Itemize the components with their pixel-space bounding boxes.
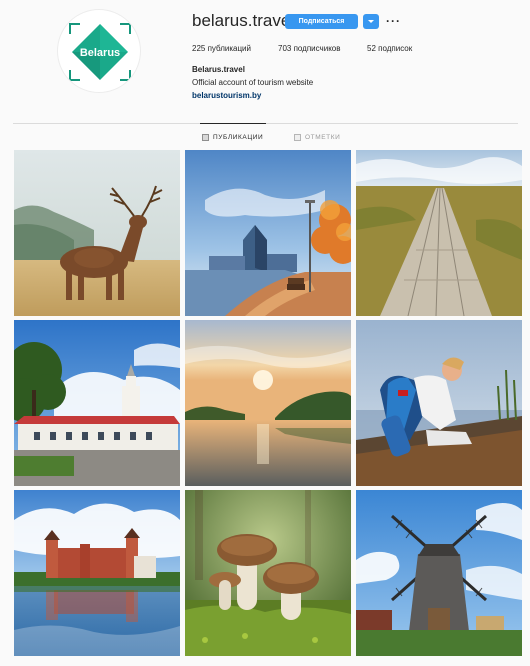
grid-icon [202, 134, 209, 141]
photo-tile-deer[interactable] [14, 150, 180, 316]
profile-username: belarus.travel [192, 11, 295, 30]
photo-tile-river[interactable] [185, 320, 351, 486]
following-count[interactable]: 52 подписок [367, 44, 412, 53]
photo-tile-castle[interactable] [14, 490, 180, 656]
photo-tile-windmill[interactable] [356, 490, 522, 656]
more-options-icon[interactable]: ··· [386, 15, 402, 27]
deer-photo [14, 150, 180, 316]
avatar-logo-text: Belarus [80, 47, 120, 59]
photo-tile-library[interactable] [185, 150, 351, 316]
tab-tagged-label: ОТМЕТКИ [305, 134, 341, 141]
profile-bio: Official account of tourism website [192, 78, 314, 87]
photo-tile-mushrooms[interactable] [185, 490, 351, 656]
follow-button[interactable]: Подписаться [285, 14, 358, 29]
castle-photo [14, 490, 180, 656]
posts-count: 225 публикаций [192, 44, 251, 53]
hiker-photo [356, 320, 522, 486]
chevron-down-icon [368, 20, 374, 23]
belarus-logo-icon: Belarus [64, 16, 136, 88]
tab-tagged[interactable]: ОТМЕТКИ [294, 134, 340, 141]
suggested-accounts-button[interactable] [363, 14, 379, 29]
profile-website-link[interactable]: belarustourism.by [192, 91, 261, 100]
river-photo [185, 320, 351, 486]
tag-icon [294, 134, 301, 141]
tab-posts[interactable]: ПУБЛИКАЦИИ [202, 134, 263, 141]
photo-tile-church[interactable] [14, 320, 180, 486]
windmill-photo [356, 490, 522, 656]
profile-avatar[interactable]: Belarus [57, 9, 141, 93]
profile-full-name: Belarus.travel [192, 65, 245, 74]
active-tab-indicator [200, 123, 266, 124]
library-photo [185, 150, 351, 316]
church-photo [14, 320, 180, 486]
tab-posts-label: ПУБЛИКАЦИИ [213, 134, 264, 141]
photo-tile-hiker[interactable] [356, 320, 522, 486]
photo-tile-boardwalk[interactable] [356, 150, 522, 316]
mushrooms-photo [185, 490, 351, 656]
followers-count[interactable]: 703 подписчиков [278, 44, 340, 53]
boardwalk-photo [356, 150, 522, 316]
